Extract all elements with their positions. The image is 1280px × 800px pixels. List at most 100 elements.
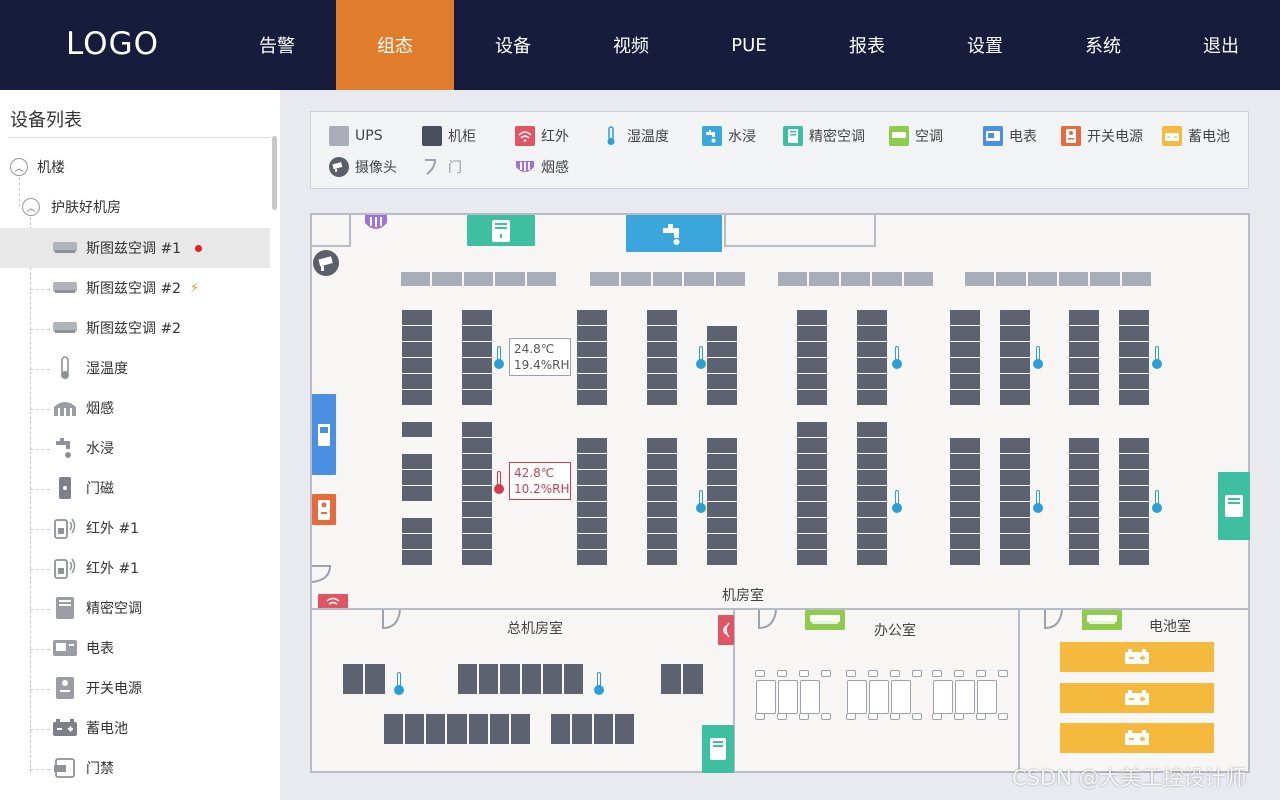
tree-item-water[interactable]: 水浸 — [0, 428, 270, 468]
cabinet-row[interactable] — [551, 714, 636, 744]
cabinet[interactable] — [797, 422, 827, 566]
temp-humidity-readout[interactable]: 24.8℃ 19.4%RH — [509, 338, 571, 376]
cabinet[interactable] — [950, 438, 980, 566]
chair — [912, 713, 922, 720]
tree-item-smoke[interactable]: 烟感 — [0, 388, 270, 428]
cabinet[interactable] — [462, 310, 492, 406]
air-conditioner-unit[interactable] — [1082, 610, 1122, 630]
cabinet[interactable] — [577, 438, 607, 566]
thermometer-icon[interactable] — [494, 346, 504, 369]
ups-row[interactable] — [401, 272, 558, 286]
tree-item-meter[interactable]: 电表 — [0, 628, 270, 668]
chair — [799, 713, 809, 720]
door-icon[interactable] — [1044, 609, 1064, 634]
thermometer-icon[interactable] — [1152, 490, 1162, 513]
smoke-detector-icon[interactable] — [364, 215, 388, 237]
cabinet[interactable] — [647, 310, 677, 406]
cabinet[interactable] — [1069, 310, 1099, 406]
tree-item-infrared-2[interactable]: 红外 #1 — [0, 548, 270, 588]
nav-settings[interactable]: 设置 — [926, 0, 1044, 90]
thermometer-icon[interactable] — [696, 346, 706, 369]
ups-row[interactable] — [590, 272, 747, 286]
tree-item-ac-1[interactable]: 斯图兹空调 #1 — [0, 228, 270, 268]
nav-logout[interactable]: 退出 — [1162, 0, 1280, 90]
cabinet-row[interactable] — [343, 664, 387, 694]
thermometer-icon[interactable] — [594, 672, 604, 695]
battery-pack[interactable] — [1060, 642, 1214, 672]
desk — [891, 680, 911, 714]
cabinet[interactable] — [577, 310, 607, 406]
nav-video[interactable]: 视频 — [572, 0, 690, 90]
nav-reports[interactable]: 报表 — [808, 0, 926, 90]
cabinet[interactable] — [1119, 310, 1149, 406]
nav-system[interactable]: 系统 — [1044, 0, 1162, 90]
cabinet[interactable] — [1000, 438, 1030, 566]
nav-devices[interactable]: 设备 — [454, 0, 572, 90]
tree-item-access-control[interactable]: 门禁 — [0, 748, 270, 788]
cabinet[interactable] — [707, 326, 737, 406]
cabinet[interactable] — [857, 310, 887, 406]
legend-panel: UPS 机柜 红外 湿温度 水浸 精密空调 空调 电表 开关电源 蓄电池 摄像头… — [310, 111, 1249, 189]
wall — [724, 215, 726, 247]
camera-icon[interactable] — [312, 249, 340, 281]
thermometer-icon[interactable] — [1033, 346, 1043, 369]
door-icon[interactable] — [382, 609, 402, 634]
power-supply-unit[interactable] — [312, 494, 336, 525]
thermometer-icon[interactable] — [696, 490, 706, 513]
tree-node-room[interactable]: ︿ 护肤好机房 — [0, 187, 270, 227]
cabinet[interactable] — [402, 518, 432, 566]
tree-item-ac-2[interactable]: 斯图兹空调 #2 ⚡ — [0, 268, 270, 308]
precision-ac-unit[interactable] — [702, 725, 734, 773]
infrared-sensor[interactable] — [718, 615, 734, 645]
ups-row[interactable] — [778, 272, 935, 286]
cabinet-row[interactable] — [661, 664, 705, 694]
legend-item-power-supply: 开关电源 — [1061, 126, 1143, 146]
cabinet-row[interactable] — [458, 664, 585, 694]
cabinet[interactable] — [950, 310, 980, 406]
tree-item-infrared-1[interactable]: 红外 #1 — [0, 508, 270, 548]
thermometer-icon[interactable] — [892, 346, 902, 369]
nav-configuration[interactable]: 组态 — [336, 0, 454, 90]
cabinet[interactable] — [857, 422, 887, 566]
nav-alarm[interactable]: 告警 — [218, 0, 336, 90]
tree-item-power-supply[interactable]: 开关电源 — [0, 668, 270, 708]
air-conditioner-unit[interactable] — [805, 610, 845, 630]
tree-item-door-contact[interactable]: 门磁 — [0, 468, 270, 508]
thermometer-icon[interactable] — [892, 490, 902, 513]
tree-item-temp-humidity[interactable]: 湿温度 — [0, 348, 270, 388]
thermometer-icon[interactable] — [1152, 346, 1162, 369]
cabinet-row[interactable] — [384, 714, 532, 744]
cabinet[interactable] — [1000, 310, 1030, 406]
cabinet[interactable] — [402, 310, 432, 406]
door-icon[interactable] — [311, 564, 332, 588]
tree-node-building[interactable]: ︿ 机楼 — [0, 147, 270, 187]
battery-pack[interactable] — [1060, 723, 1214, 753]
nav-pue[interactable]: PUE — [690, 0, 808, 90]
cabinet[interactable] — [1119, 438, 1149, 566]
tree-item-precision-ac[interactable]: 精密空调 — [0, 588, 270, 628]
cabinet[interactable] — [402, 422, 432, 438]
cabinet[interactable] — [462, 422, 492, 566]
cabinet[interactable] — [647, 438, 677, 566]
door-icon[interactable] — [758, 609, 778, 634]
cabinet[interactable] — [797, 310, 827, 406]
electric-meter-unit[interactable] — [312, 394, 336, 475]
sidebar-scrollbar[interactable] — [272, 136, 277, 210]
tree-item-battery[interactable]: 蓄电池 — [0, 708, 270, 748]
thermometer-icon — [52, 356, 78, 380]
thermometer-icon[interactable] — [394, 672, 404, 695]
precision-ac-unit[interactable] — [1218, 472, 1250, 540]
water-leak-sensor[interactable] — [626, 215, 722, 252]
collapse-toggle-icon[interactable]: ︿ — [10, 158, 28, 176]
cabinet[interactable] — [707, 438, 737, 566]
battery-pack[interactable] — [1060, 683, 1214, 713]
cabinet[interactable] — [402, 454, 432, 502]
tree-item-ac-3[interactable]: 斯图兹空调 #2 — [0, 308, 270, 348]
precision-ac-unit[interactable] — [467, 215, 535, 246]
temp-humidity-alarm-readout[interactable]: 42.8℃ 10.2%RH — [509, 462, 571, 500]
thermometer-alarm-icon[interactable] — [494, 471, 504, 494]
cabinet[interactable] — [1069, 438, 1099, 566]
collapse-toggle-icon[interactable]: ︿ — [22, 198, 40, 216]
ups-row[interactable] — [965, 272, 1153, 286]
thermometer-icon[interactable] — [1033, 490, 1043, 513]
